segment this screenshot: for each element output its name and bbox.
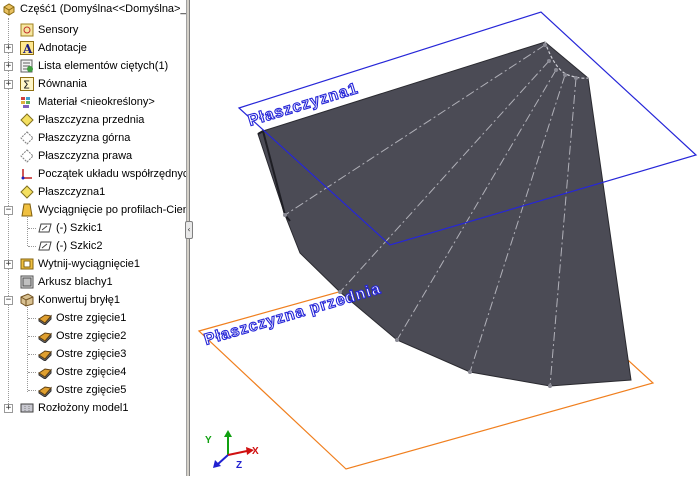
plane-icon (20, 113, 34, 127)
tree-item-label: (-) Szkic1 (56, 222, 103, 234)
tree-item-sharp-bend-3[interactable]: Ostre zgięcie3 (38, 345, 126, 363)
tree-item-label: Adnotacje (38, 42, 87, 54)
tree-item-label: Sensory (38, 24, 79, 36)
tree-item-plane1[interactable]: Płaszczyzna1 (20, 183, 105, 201)
flat-pattern-icon (20, 401, 34, 415)
tree-item-label: Ostre zgięcie5 (56, 384, 127, 396)
cut-list-icon (20, 59, 34, 73)
sharp-bend-icon (38, 383, 52, 398)
tree-item-sharp-bend-2[interactable]: Ostre zgięcie2 (38, 327, 126, 345)
sharp-bend-icon (38, 311, 52, 326)
expand-toggle[interactable]: + (4, 404, 13, 413)
tree-item-label: Płaszczyzna prawa (38, 150, 133, 162)
tree-item-label: Ostre zgięcie2 (56, 330, 127, 342)
tree-item-origin[interactable]: Początek układu współrzędnyc (20, 165, 186, 183)
triad-z-label: Z (236, 460, 242, 471)
tree-item-cut-extrude[interactable]: Wytnij-wyciągnięcie1 (20, 255, 140, 273)
sensor-icon (20, 23, 34, 37)
tree-item-loft[interactable]: Wyciągnięcie po profilach-Cien (20, 201, 186, 219)
tree-item-top-plane[interactable]: Płaszczyzna górna (20, 129, 130, 147)
tree-item-sharp-bend-5[interactable]: Ostre zgięcie5 (38, 381, 126, 399)
sharp-bend-icon (38, 329, 52, 344)
svg-text:A: A (22, 42, 33, 55)
tree-item-sensors[interactable]: Sensory (20, 21, 78, 39)
tree-item-label: Arkusz blachy1 (38, 276, 113, 288)
expand-toggle[interactable]: + (4, 260, 13, 269)
origin-icon (20, 167, 34, 181)
cut-extrude-icon (20, 257, 34, 271)
tree-item-label: Wyciągnięcie po profilach-Cien (38, 204, 186, 216)
tree-item-label: Rozłożony model1 (38, 402, 129, 414)
plane-icon (20, 131, 34, 145)
tree-item-label: Wytnij-wyciągnięcie1 (38, 258, 140, 270)
sharp-bend-icon (38, 347, 52, 362)
sketch-icon (38, 239, 52, 253)
expand-toggle[interactable]: + (4, 80, 13, 89)
tree-item-label: Konwertuj bryłę1 (38, 294, 120, 306)
expand-toggle[interactable]: + (4, 62, 13, 71)
annotation-icon: A (20, 41, 34, 56)
tree-item-equations[interactable]: Σ Równania (20, 75, 87, 93)
tree-item-material[interactable]: Materiał <nieokreślony> (20, 93, 155, 111)
tree-item-label: Płaszczyzna górna (38, 132, 131, 144)
sketch-icon (38, 221, 52, 235)
tree-item-label: Ostre zgięcie1 (56, 312, 127, 324)
tree-item-cut-list[interactable]: Lista elementów ciętych(1) (20, 57, 168, 75)
tree-item-label: Początek układu współrzędnyc (38, 168, 186, 180)
plane-icon (20, 149, 34, 163)
sharp-bend-icon (38, 365, 52, 380)
collapse-toggle[interactable]: − (4, 206, 13, 215)
tree-root-part[interactable]: Część1 (Domyślna<<Domyślna>_ (2, 0, 186, 18)
tree-item-sheet-metal[interactable]: Arkusz blachy1 (20, 273, 113, 291)
graphics-viewport[interactable]: Płaszczyzna1 Płaszczyzna przednia Y X Z (190, 0, 699, 476)
equation-icon: Σ (20, 77, 34, 92)
tree-item-sketch2[interactable]: (-) Szkic2 (38, 237, 102, 255)
tree-root-label: Część1 (Domyślna<<Domyślna>_ (20, 3, 186, 15)
tree-item-label: Ostre zgięcie4 (56, 366, 127, 378)
tree-item-label: Równania (38, 78, 87, 90)
expand-toggle[interactable]: + (4, 44, 13, 53)
tree-item-annotations[interactable]: A Adnotacje (20, 39, 87, 57)
loft-icon (20, 203, 34, 217)
tree-item-flat-pattern[interactable]: Rozłożony model1 (20, 399, 129, 417)
feature-manager-tree: Część1 (Domyślna<<Domyślna>_ Sensory + A… (0, 0, 186, 476)
tree-item-right-plane[interactable]: Płaszczyzna prawa (20, 147, 132, 165)
tree-item-label: (-) Szkic2 (56, 240, 103, 252)
coordinate-triad-icon: Y X Z (205, 430, 259, 471)
tree-item-label: Płaszczyzna1 (38, 186, 106, 198)
sheet-metal-icon (20, 275, 34, 289)
tree-item-label: Materiał <nieokreślony> (38, 96, 155, 108)
triad-x-label: X (252, 446, 259, 457)
tree-item-convert-solid[interactable]: Konwertuj bryłę1 (20, 291, 120, 309)
collapse-toggle[interactable]: − (4, 296, 13, 305)
part-icon (2, 2, 16, 16)
tree-item-sharp-bend-1[interactable]: Ostre zgięcie1 (38, 309, 126, 327)
front-plane-label[interactable]: Płaszczyzna przednia (202, 280, 384, 350)
tree-item-label: Ostre zgięcie3 (56, 348, 127, 360)
plane-icon (20, 185, 34, 199)
convert-solid-icon (20, 293, 34, 307)
tree-item-sharp-bend-4[interactable]: Ostre zgięcie4 (38, 363, 126, 381)
tree-item-label: Płaszczyzna przednia (38, 114, 145, 126)
tree-item-sketch1[interactable]: (-) Szkic1 (38, 219, 102, 237)
tree-item-front-plane[interactable]: Płaszczyzna przednia (20, 111, 144, 129)
svg-text:Σ: Σ (23, 79, 30, 92)
tree-item-label: Lista elementów ciętych(1) (38, 60, 169, 72)
triad-y-label: Y (205, 435, 212, 446)
material-icon (20, 95, 34, 109)
